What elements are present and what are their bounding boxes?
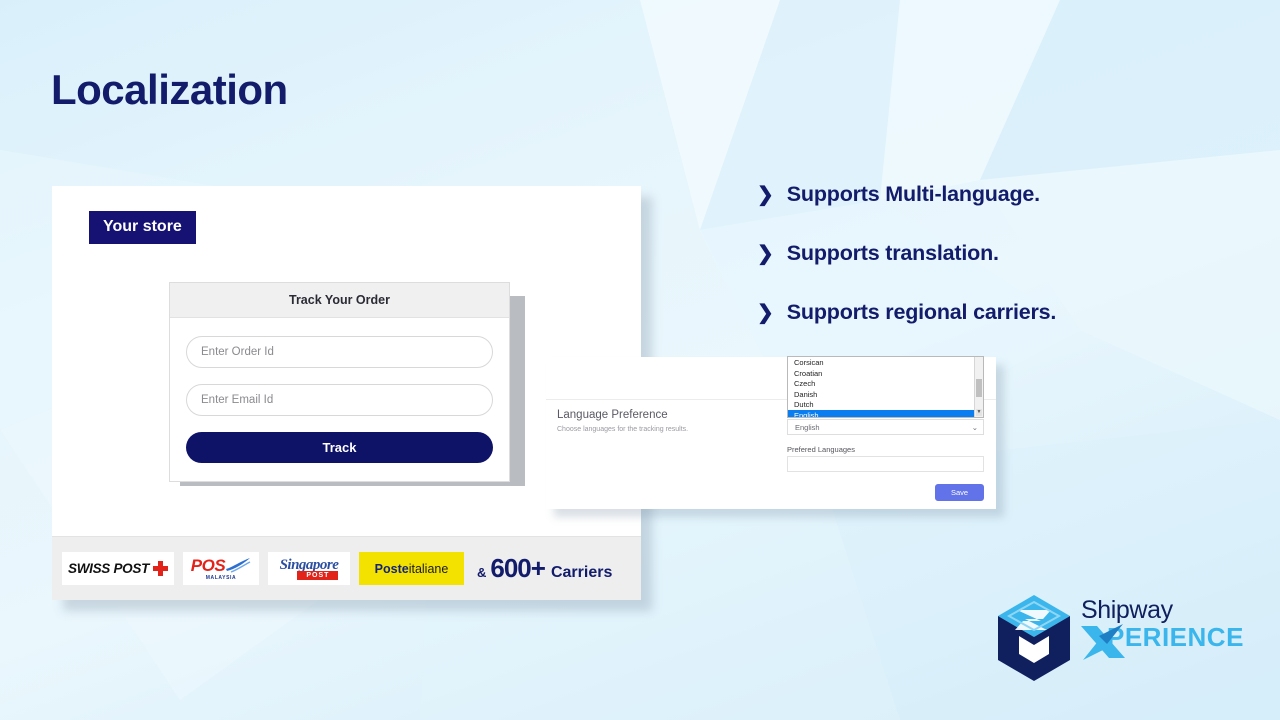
scroll-down-arrow-icon[interactable]: ▼: [976, 409, 982, 416]
list-item: ❯ Supports regional carriers.: [757, 300, 1257, 325]
dropdown-option[interactable]: Danish: [788, 389, 983, 400]
singapore-post-logo: Singapore POST: [268, 552, 350, 585]
bullet-text: Supports Multi-language.: [786, 182, 1040, 206]
preferred-languages-input[interactable]: [787, 456, 984, 472]
feature-bullet-list: ❯ Supports Multi-language. ❯ Supports tr…: [757, 182, 1257, 359]
pos-swoosh-icon: [226, 558, 251, 573]
chevron-right-icon: ❯: [757, 184, 774, 206]
shipway-logo: Shipway PERIENCE: [995, 592, 1255, 687]
chevron-right-icon: ❯: [757, 243, 774, 265]
panel-subtitle: Choose languages for the tracking result…: [557, 426, 689, 433]
language-preference-panel: Language Preference Choose languages for…: [546, 356, 996, 509]
preferred-languages-label: Prefered Languages: [787, 445, 855, 454]
poste-italiane-logo: Poste italiane: [359, 552, 464, 585]
language-dropdown-list[interactable]: Corsican Croatian Czech Danish Dutch Eng…: [787, 356, 984, 418]
shipway-wordmark: Shipway PERIENCE: [1081, 596, 1244, 660]
list-item: ❯ Supports Multi-language.: [757, 182, 1257, 207]
dropdown-option[interactable]: Corsican: [788, 357, 983, 368]
save-button[interactable]: Save: [935, 484, 984, 501]
language-select[interactable]: English ⌄: [787, 419, 984, 435]
swiss-post-logo: SWISS POST: [62, 552, 174, 585]
x-mark-icon: [1081, 624, 1125, 660]
carrier-logos-strip: SWISS POST POS MALAYSIA Singapore POST P…: [52, 536, 641, 600]
shipway-box-icon: [998, 595, 1070, 681]
order-id-input[interactable]: [186, 336, 493, 368]
dropdown-scrollbar[interactable]: ▼: [974, 357, 983, 417]
carrier-count: & 600+ Carriers: [477, 553, 613, 583]
bullet-text: Supports regional carriers.: [786, 300, 1057, 324]
bullet-text: Supports translation.: [786, 241, 999, 265]
email-id-input[interactable]: [186, 384, 493, 416]
track-button[interactable]: Track: [186, 432, 493, 463]
list-item: ❯ Supports translation.: [757, 241, 1257, 266]
scrollbar-thumb[interactable]: [976, 379, 982, 397]
pos-malaysia-logo: POS MALAYSIA: [183, 552, 259, 585]
track-form-title: Track Your Order: [170, 283, 509, 318]
dropdown-option[interactable]: Croatian: [788, 368, 983, 379]
language-select-value: English: [795, 422, 820, 432]
panel-title: Language Preference: [557, 409, 668, 421]
slide-canvas: Localization ❯ Supports Multi-language. …: [0, 0, 1280, 720]
chevron-down-icon: ⌄: [971, 422, 978, 432]
brand-name: Shipway: [1081, 596, 1173, 624]
dropdown-option[interactable]: Dutch: [788, 399, 983, 410]
swiss-cross-icon: [153, 561, 168, 576]
chevron-right-icon: ❯: [757, 302, 774, 324]
dropdown-option[interactable]: Czech: [788, 378, 983, 389]
page-title: Localization: [51, 66, 288, 113]
store-badge: Your store: [89, 211, 196, 244]
track-order-form: Track Your Order Track: [169, 282, 510, 482]
dropdown-option-selected[interactable]: English: [788, 409, 983, 417]
